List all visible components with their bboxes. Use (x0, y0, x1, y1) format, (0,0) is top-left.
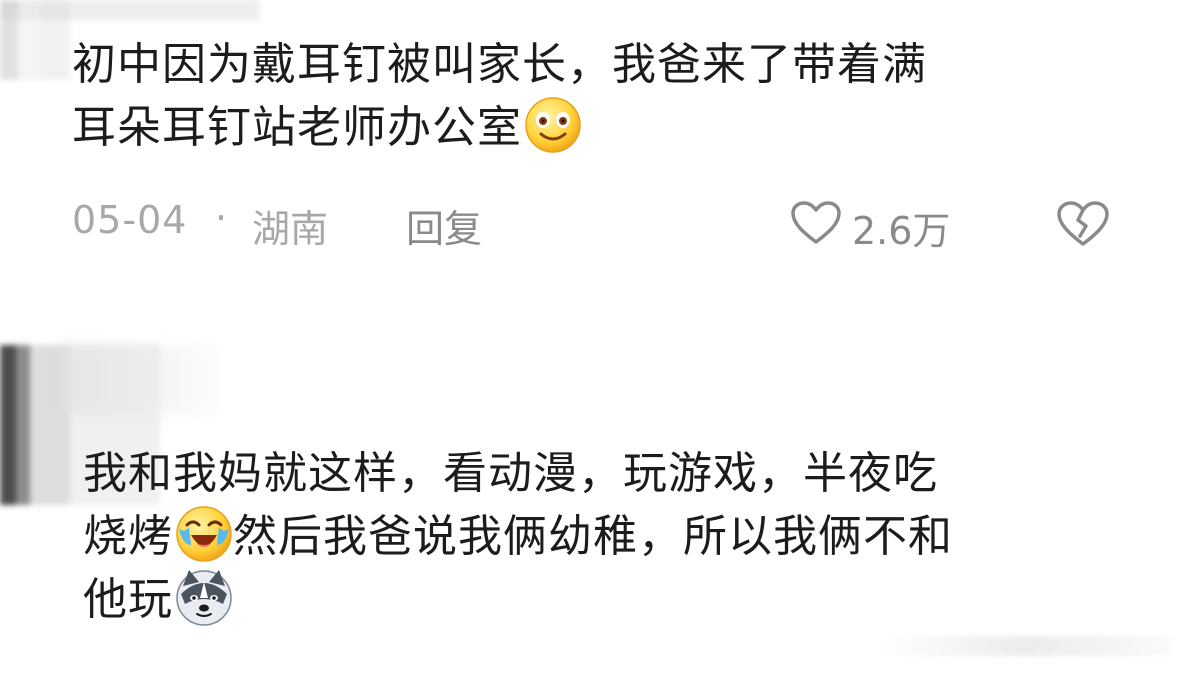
husky-dog-emoji-icon (175, 568, 233, 626)
comment-line: 他玩 (83, 574, 173, 625)
comment-line: 然后我爸说我俩幼稚，所以我俩不和 (233, 511, 953, 562)
comment-line: 我和我妈就这样，看动漫，玩游戏，半夜吃 (83, 448, 938, 499)
broken-heart-icon[interactable] (1056, 200, 1110, 248)
comment-text[interactable]: 初中因为戴耳钉被叫家长，我爸来了带着满 耳朵耳钉站老师办公室 (72, 34, 1132, 159)
reply-button[interactable]: 回复 (406, 198, 482, 253)
like-count: 2.6万 (852, 209, 951, 253)
comment-meta: 05-04 · 湖南 回复 2.6万 (72, 192, 1132, 253)
laughing-crying-emoji-icon (175, 505, 233, 563)
meta-separator: · (215, 196, 228, 240)
heart-outline-icon (791, 201, 841, 244)
comment-date: 05-04 (72, 198, 188, 242)
comment-text[interactable]: 我和我妈就这样，看动漫，玩游戏，半夜吃 烧烤 然后我爸说我俩幼稚，所以我俩不和 … (83, 443, 1143, 631)
comment-line: 烧烤 (83, 511, 173, 562)
smiling-emoji-icon (524, 96, 582, 154)
divider-fade (880, 636, 1170, 656)
comment-line: 初中因为戴耳钉被叫家长，我爸来了带着满 (72, 39, 927, 90)
comment-line: 耳朵耳钉站老师办公室 (72, 102, 522, 153)
username-blurred (60, 345, 220, 415)
comment-location: 湖南 (252, 207, 329, 251)
